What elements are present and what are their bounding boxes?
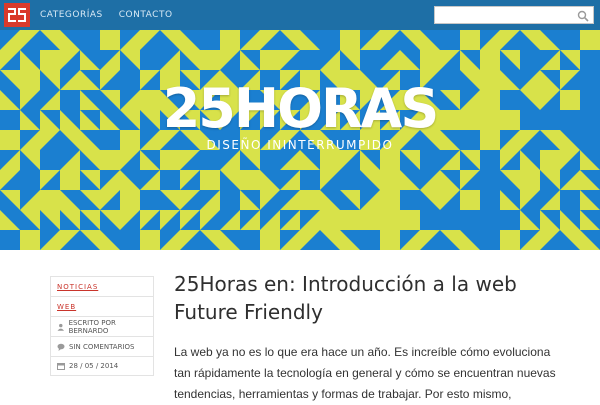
pattern-tile <box>440 210 460 230</box>
comments-text[interactable]: SIN COMENTARIOS <box>69 343 134 351</box>
pattern-tile <box>300 50 320 70</box>
search-input[interactable] <box>435 9 582 25</box>
pattern-tile <box>320 30 340 50</box>
pattern-tile <box>580 50 600 70</box>
pattern-tile <box>560 190 580 210</box>
user-icon <box>57 323 65 331</box>
pattern-tile <box>140 50 160 70</box>
pattern-tile <box>480 210 500 230</box>
meta-date: 28 / 05 / 2014 <box>50 356 154 376</box>
tag-noticias[interactable]: NOTICIAS <box>50 276 154 296</box>
tag-web[interactable]: WEB <box>50 296 154 316</box>
author-text[interactable]: ESCRITO POR BERNARDO <box>69 319 153 335</box>
pattern-tile <box>360 50 380 70</box>
pattern-tile <box>480 150 500 170</box>
brand-block: 25HORAS DISEÑO ININTERRUMPIDO <box>0 82 600 153</box>
pattern-tile <box>260 150 280 170</box>
nav-item-contacto[interactable]: CONTACTO <box>119 10 173 20</box>
search-box <box>434 6 594 27</box>
pattern-tile <box>420 150 440 170</box>
pattern-tile <box>0 230 20 250</box>
pattern-tile <box>460 210 480 230</box>
pattern-tile <box>360 230 380 250</box>
calendar-icon <box>57 363 65 370</box>
pattern-tile <box>420 210 440 230</box>
pattern-tile <box>220 190 240 210</box>
meta-author: ESCRITO POR BERNARDO <box>50 316 154 336</box>
pattern-tile <box>300 170 320 190</box>
pattern-tile <box>500 210 520 230</box>
pattern-tile <box>520 50 540 70</box>
hero-banner: 25HORAS DISEÑO ININTERRUMPIDO <box>0 30 600 250</box>
pattern-tile <box>20 170 40 190</box>
logo-25-icon <box>8 8 26 22</box>
pattern-tile <box>140 190 160 210</box>
nav-item-categorias[interactable]: CATEGORÍAS <box>40 10 103 20</box>
date-text: 28 / 05 / 2014 <box>69 362 119 370</box>
meta-comments: SIN COMENTARIOS <box>50 336 154 356</box>
search-icon[interactable] <box>577 9 589 27</box>
pattern-tile <box>440 30 460 50</box>
main-nav: CATEGORÍAS CONTACTO <box>40 0 173 30</box>
pattern-tile <box>480 170 500 190</box>
pattern-tile <box>560 30 580 50</box>
pattern-tile <box>120 230 140 250</box>
post-title[interactable]: 25Horas en: Introducción a la web Future… <box>174 270 564 326</box>
pattern-tile <box>80 30 100 50</box>
pattern-tile <box>200 30 220 50</box>
pattern-tile <box>340 170 360 190</box>
pattern-tile <box>480 230 500 250</box>
pattern-tile <box>400 190 420 210</box>
pattern-tile <box>480 190 500 210</box>
site-tagline: DISEÑO ININTERRUMPIDO <box>206 138 394 152</box>
site-title[interactable]: 25HORAS <box>0 82 600 136</box>
post-meta-sidebar: NOTICIAS WEB ESCRITO POR BERNARDO SIN CO… <box>50 276 154 376</box>
pattern-tile <box>240 230 260 250</box>
post-excerpt: La web ya no es lo que era hace un año. … <box>174 345 556 401</box>
pattern-tile <box>40 150 60 170</box>
top-nav-bar: CATEGORÍAS CONTACTO <box>0 0 600 30</box>
pattern-tile <box>160 170 180 190</box>
pattern-tile <box>200 150 220 170</box>
comment-icon <box>57 343 65 351</box>
site-logo[interactable] <box>4 3 30 27</box>
